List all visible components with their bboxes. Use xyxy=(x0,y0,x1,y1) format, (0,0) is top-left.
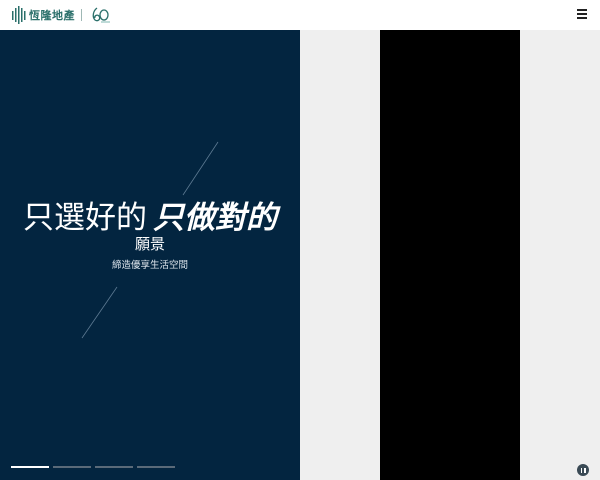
logo[interactable]: 恆隆地產 xyxy=(12,5,112,25)
slide-indicator-3[interactable] xyxy=(95,466,133,468)
hero-banner: 只選好的 只做對的 願景 締造優享生活空間 xyxy=(0,30,300,480)
side-panel-left xyxy=(300,30,380,480)
site-header: 恆隆地產 xyxy=(0,0,600,30)
headline-regular: 只選好的 xyxy=(23,200,147,236)
anniversary-60-logo xyxy=(92,7,110,23)
hero-tagline: 締造優享生活空間 xyxy=(111,260,188,271)
headline-bold: 只做對的 xyxy=(153,200,277,236)
logo-mark-icon xyxy=(12,6,26,24)
hero-subhead: 願景 xyxy=(134,235,165,253)
decorative-lines xyxy=(81,141,219,339)
logo-text: 恆隆地產 xyxy=(29,9,75,22)
logo-divider xyxy=(81,9,82,21)
video-area[interactable] xyxy=(380,30,520,480)
hero-headline: 只選好的 只做對的 xyxy=(0,200,300,237)
pause-icon[interactable] xyxy=(577,464,589,476)
side-panel-right xyxy=(520,30,600,480)
slide-progress xyxy=(11,466,175,468)
slide-indicator-1[interactable] xyxy=(11,466,49,468)
slide-indicator-4[interactable] xyxy=(137,466,175,468)
slide-indicator-2[interactable] xyxy=(53,466,91,468)
hamburger-menu-icon[interactable] xyxy=(577,9,587,21)
